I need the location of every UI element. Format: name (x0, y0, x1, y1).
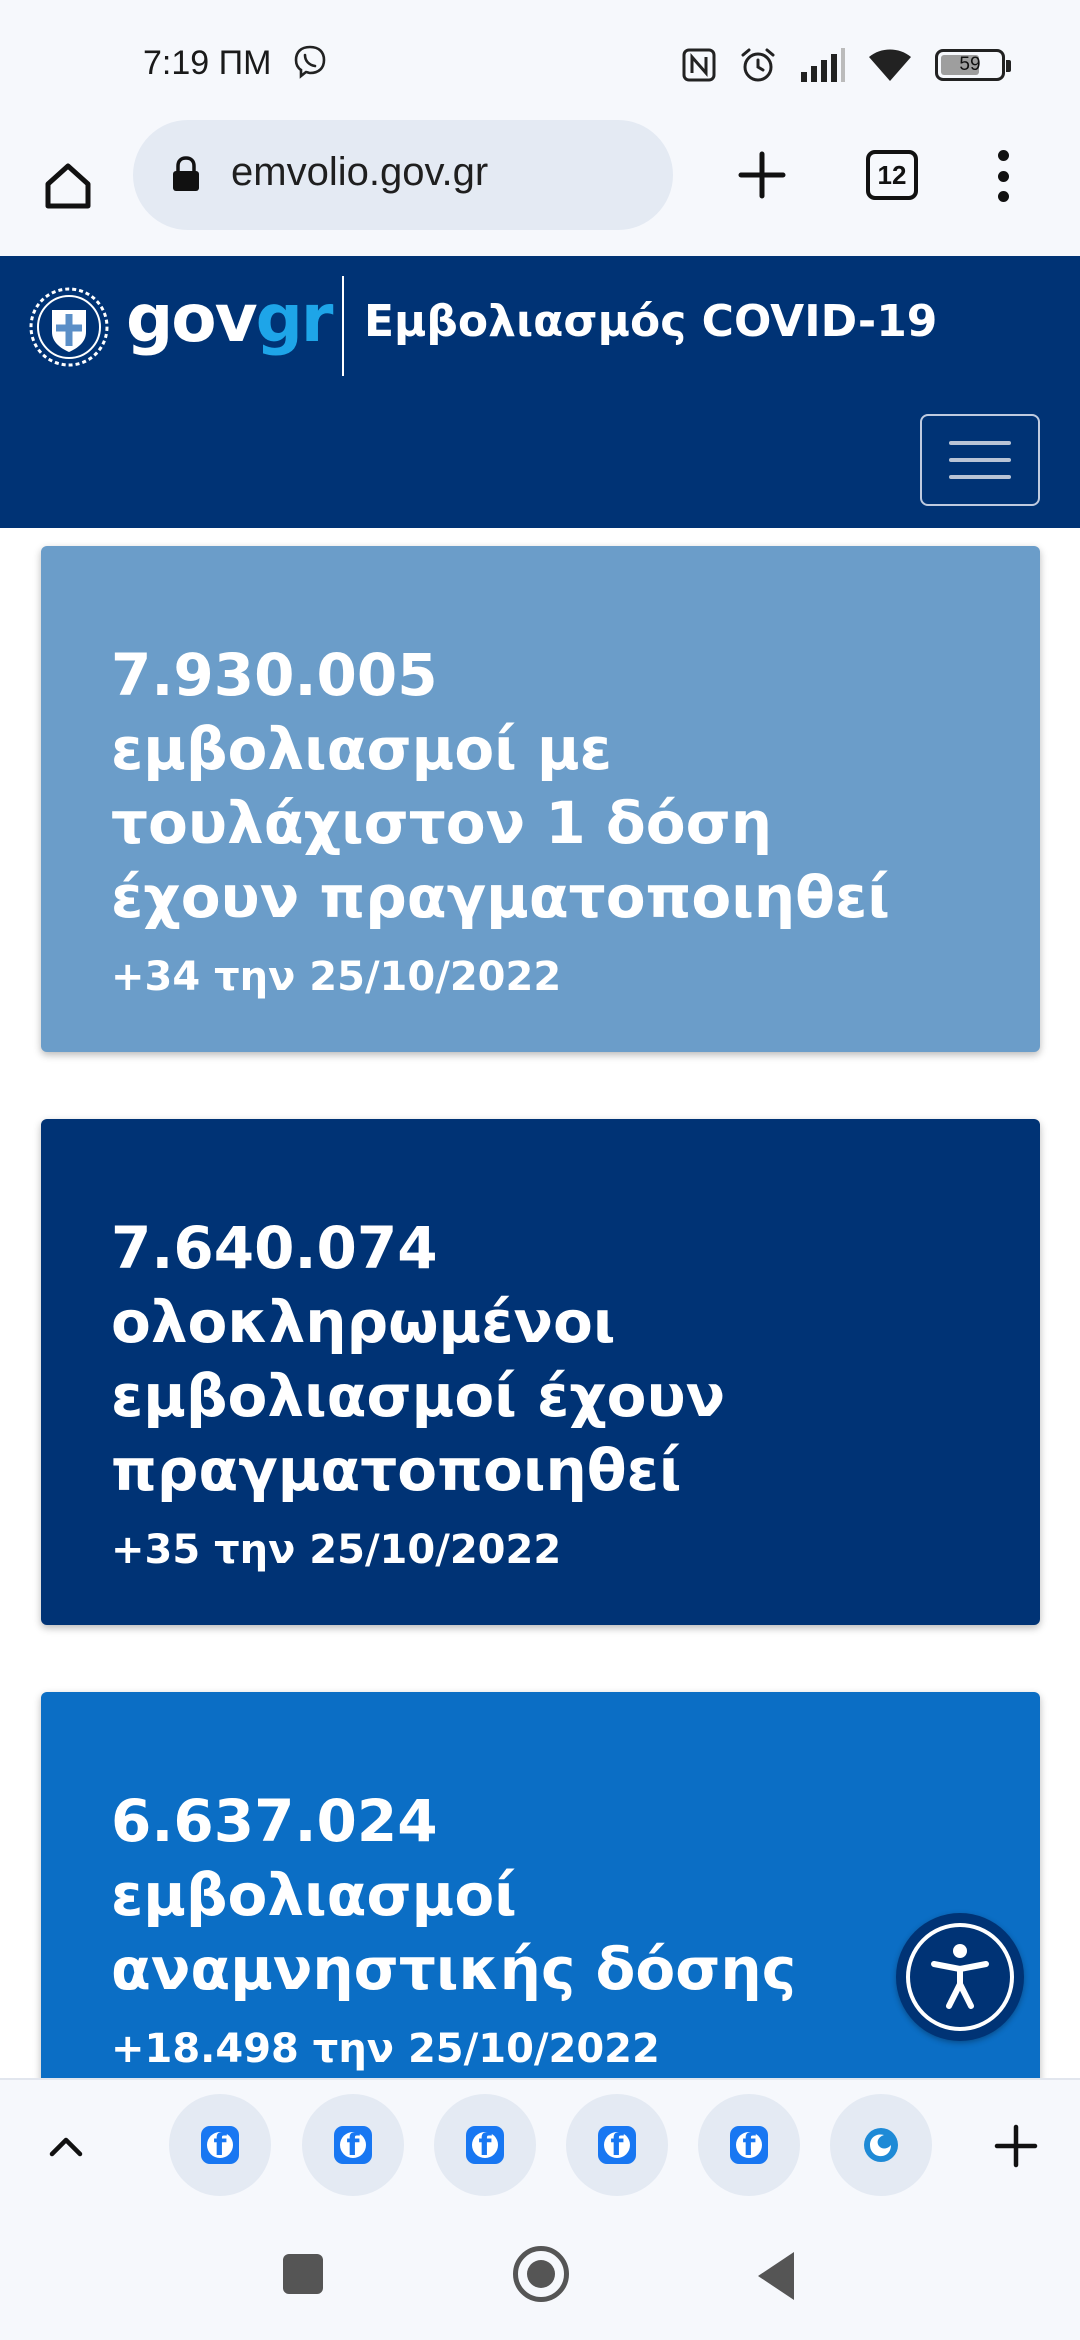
home-button[interactable] (32, 150, 104, 222)
plus-icon (994, 2124, 1038, 2168)
stat-delta: +18.498 την 25/10/2022 (111, 2026, 660, 2072)
stat-description-line: αναμνηστικής δόσης (111, 1935, 797, 2003)
site-title[interactable]: Εμβολιασμός COVID-19 (364, 296, 937, 347)
stat-description-line: έχουν πραγματοποιηθεί (111, 863, 890, 931)
greek-emblem-icon[interactable] (28, 286, 110, 368)
facebook-icon: f (466, 2126, 504, 2164)
tab-thumbnail-active[interactable] (830, 2094, 932, 2196)
tab-thumbnail[interactable]: f (302, 2094, 404, 2196)
facebook-icon: f (598, 2126, 636, 2164)
nav-menu-toggle[interactable] (920, 414, 1040, 506)
tab-thumbnail[interactable]: f (698, 2094, 800, 2196)
logo-gr: gr (255, 280, 334, 357)
tab-thumbnail[interactable]: f (434, 2094, 536, 2196)
back-button[interactable] (758, 2252, 794, 2300)
browser-toolbar: emvolio.gov.gr 12 (0, 120, 1080, 256)
govgr-logo[interactable]: govgr (126, 280, 334, 357)
logo-gov: gov (126, 280, 258, 357)
site-favicon-icon (864, 2128, 898, 2162)
home-nav-button[interactable] (513, 2246, 569, 2302)
add-tab-to-group-button[interactable] (982, 2112, 1050, 2180)
stat-delta: +35 την 25/10/2022 (111, 1527, 562, 1573)
system-nav-bar (0, 2212, 1080, 2340)
tab-thumbnail[interactable]: f (566, 2094, 668, 2196)
stat-description-line: πραγματοποιηθεί (111, 1436, 682, 1504)
stat-card-completed: 7.640.074 ολοκληρωμένοι εμβολιασμοί έχου… (41, 1119, 1040, 1625)
alarm-icon (741, 48, 775, 82)
chevron-up-icon (49, 2137, 83, 2157)
browser-menu-button[interactable] (985, 144, 1021, 208)
tab-thumbnail[interactable]: f (169, 2094, 271, 2196)
stat-number: 6.637.024 (111, 1787, 438, 1855)
stat-description-line: τουλάχιστον 1 δόση (111, 789, 773, 857)
wifi-icon (869, 49, 911, 81)
battery-level: 59 (959, 54, 981, 75)
status-time: 7:19 ΠΜ (143, 44, 272, 82)
stat-card-first-dose: 7.930.005 εμβολιασμοί με τουλάχιστον 1 δ… (41, 546, 1040, 1052)
expand-tabs-button[interactable] (34, 2114, 98, 2178)
viber-icon (294, 45, 326, 79)
tabs-switcher-button[interactable]: 12 (866, 150, 918, 200)
more-vert-icon (997, 150, 1009, 161)
url-text: emvolio.gov.gr (231, 150, 489, 194)
nfc-icon (682, 48, 716, 82)
address-bar[interactable]: emvolio.gov.gr (133, 120, 673, 230)
signal-icon (801, 48, 845, 82)
accessibility-icon (931, 1944, 989, 2009)
stats-content: 7.930.005 εμβολιασμοί με τουλάχιστον 1 δ… (0, 528, 1080, 2078)
facebook-icon: f (201, 2126, 239, 2164)
stat-description-line: εμβολιασμοί με (111, 715, 612, 783)
header-divider (342, 276, 344, 376)
status-icons: 59 (681, 46, 1011, 84)
new-tab-button[interactable] (727, 140, 797, 210)
site-header: govgr Εμβολιασμός COVID-19 (0, 256, 1080, 528)
lock-icon (173, 156, 199, 191)
recents-button[interactable] (283, 2254, 323, 2294)
home-icon (45, 163, 91, 209)
hamburger-icon (949, 441, 1011, 445)
stat-number: 7.930.005 (111, 641, 438, 709)
facebook-icon: f (334, 2126, 372, 2164)
accessibility-button[interactable] (896, 1913, 1024, 2041)
stat-number: 7.640.074 (111, 1214, 438, 1282)
stat-description-line: ολοκληρωμένοι (111, 1288, 616, 1356)
stat-delta: +34 την 25/10/2022 (111, 954, 562, 1000)
stat-card-booster: 6.637.024 εμβολιασμοί αναμνηστικής δόσης… (41, 1692, 1040, 2078)
stat-description-line: εμβολιασμοί έχουν (111, 1362, 726, 1430)
status-bar: 7:19 ΠΜ 59 (0, 0, 1080, 120)
battery-icon: 59 (935, 49, 1011, 81)
tab-group-strip: f f f f f (0, 2078, 1080, 2212)
plus-icon (738, 151, 786, 199)
stat-description-line: εμβολιασμοί (111, 1861, 517, 1929)
facebook-icon: f (730, 2126, 768, 2164)
